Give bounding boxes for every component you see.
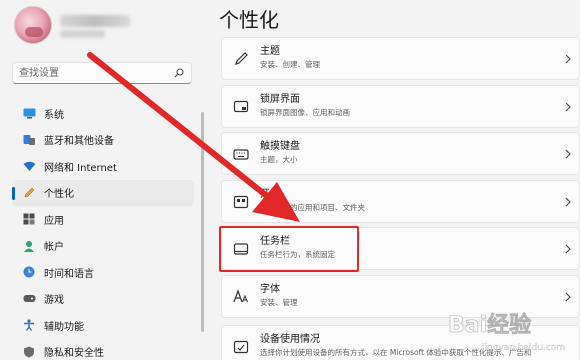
card-title: 锁屏界面 xyxy=(260,94,300,105)
watermark-subtext: jingyan.baidu.com xyxy=(481,343,565,353)
account-icon xyxy=(22,239,36,253)
wifi-icon xyxy=(22,159,36,173)
card-title: 字体 xyxy=(260,284,280,295)
font-icon xyxy=(232,288,250,306)
sidebar-item-label: 系统 xyxy=(44,109,64,121)
card-title: 主题 xyxy=(260,46,280,57)
bluetooth-icon xyxy=(22,133,36,147)
gamepad-icon xyxy=(22,292,36,306)
search-box[interactable] xyxy=(12,62,192,84)
sidebar-item-privacy[interactable]: 隐私和安全性 xyxy=(12,339,194,360)
sidebar-item-label: 蓝牙和其他设备 xyxy=(44,136,114,148)
sidebar-item-label: 网络和 Internet xyxy=(44,162,117,174)
card-subtitle: 主题，大小 xyxy=(260,155,298,164)
sidebar-item-label: 帐户 xyxy=(44,242,64,254)
avatar[interactable] xyxy=(14,6,52,44)
brush-icon xyxy=(232,50,250,68)
keyboard-icon xyxy=(232,145,250,163)
monitor-icon xyxy=(22,106,36,120)
username-blurred xyxy=(60,15,130,27)
sidebar-scrollbar[interactable] xyxy=(201,112,204,332)
nav-list: 系统 蓝牙和其他设备 网络和 Internet 个性化 应用 帐户 时间和语言 … xyxy=(12,100,194,360)
sidebar-item-network[interactable]: 网络和 Internet xyxy=(12,153,194,180)
sidebar-item-system[interactable]: 系统 xyxy=(12,100,194,127)
chevron-right-icon xyxy=(563,242,573,256)
card-subtitle: 安装、创建、管理 xyxy=(260,60,320,69)
sidebar-item-time-language[interactable]: 时间和语言 xyxy=(12,259,194,286)
settings-card-themes[interactable]: 主题 安装、创建、管理 xyxy=(221,37,580,80)
sidebar-item-gaming[interactable]: 游戏 xyxy=(12,286,194,313)
sidebar-item-accounts[interactable]: 帐户 xyxy=(12,233,194,260)
pencil-icon xyxy=(22,186,36,200)
sidebar-item-label: 隐私和安全性 xyxy=(44,348,104,360)
search-input[interactable] xyxy=(19,63,173,83)
settings-card-touch-keyboard[interactable]: 触摸键盘 主题，大小 xyxy=(221,132,580,175)
card-subtitle: 最近使用的应用和项目、文件夹 xyxy=(260,203,365,212)
chevron-right-icon xyxy=(563,52,573,66)
sidebar-item-label: 应用 xyxy=(44,215,64,227)
accessibility-icon xyxy=(22,318,36,332)
sidebar: 系统 蓝牙和其他设备 网络和 Internet 个性化 应用 xyxy=(0,0,205,360)
chevron-right-icon xyxy=(563,147,573,161)
sidebar-item-apps[interactable]: 应用 xyxy=(12,206,194,233)
settings-card-start[interactable]: 开始 最近使用的应用和项目、文件夹 xyxy=(221,180,580,223)
card-title: 触摸键盘 xyxy=(260,141,300,152)
account-info-blurred xyxy=(60,30,105,38)
baidu-watermark: Bai经验 jingyan.baidu.com xyxy=(446,302,578,358)
sidebar-item-label: 游戏 xyxy=(44,295,64,307)
sidebar-item-label: 个性化 xyxy=(44,189,74,201)
sidebar-item-label: 时间和语言 xyxy=(44,268,94,280)
sidebar-item-bluetooth[interactable]: 蓝牙和其他设备 xyxy=(12,127,194,154)
annotation-highlight-box xyxy=(219,226,359,272)
apps-icon xyxy=(22,212,36,226)
chevron-right-icon xyxy=(563,195,573,209)
page-title: 个性化 xyxy=(219,8,279,32)
card-subtitle: 锁屏界面图像、应用和动画 xyxy=(260,108,350,117)
lockscreen-icon xyxy=(232,98,250,116)
watermark-text: Bai经验 xyxy=(448,312,531,338)
shield-icon xyxy=(22,345,36,359)
settings-card-lock-screen[interactable]: 锁屏界面 锁屏界面图像、应用和动画 xyxy=(221,85,580,128)
start-icon xyxy=(232,193,250,211)
search-icon[interactable] xyxy=(173,67,185,79)
sidebar-item-accessibility[interactable]: 辅助功能 xyxy=(12,312,194,339)
globe-clock-icon xyxy=(22,265,36,279)
device-usage-icon xyxy=(232,338,250,356)
sidebar-item-personalization[interactable]: 个性化 xyxy=(12,179,194,206)
sidebar-item-label: 辅助功能 xyxy=(44,321,84,333)
card-title: 开始 xyxy=(260,189,280,200)
chevron-right-icon xyxy=(563,100,573,114)
